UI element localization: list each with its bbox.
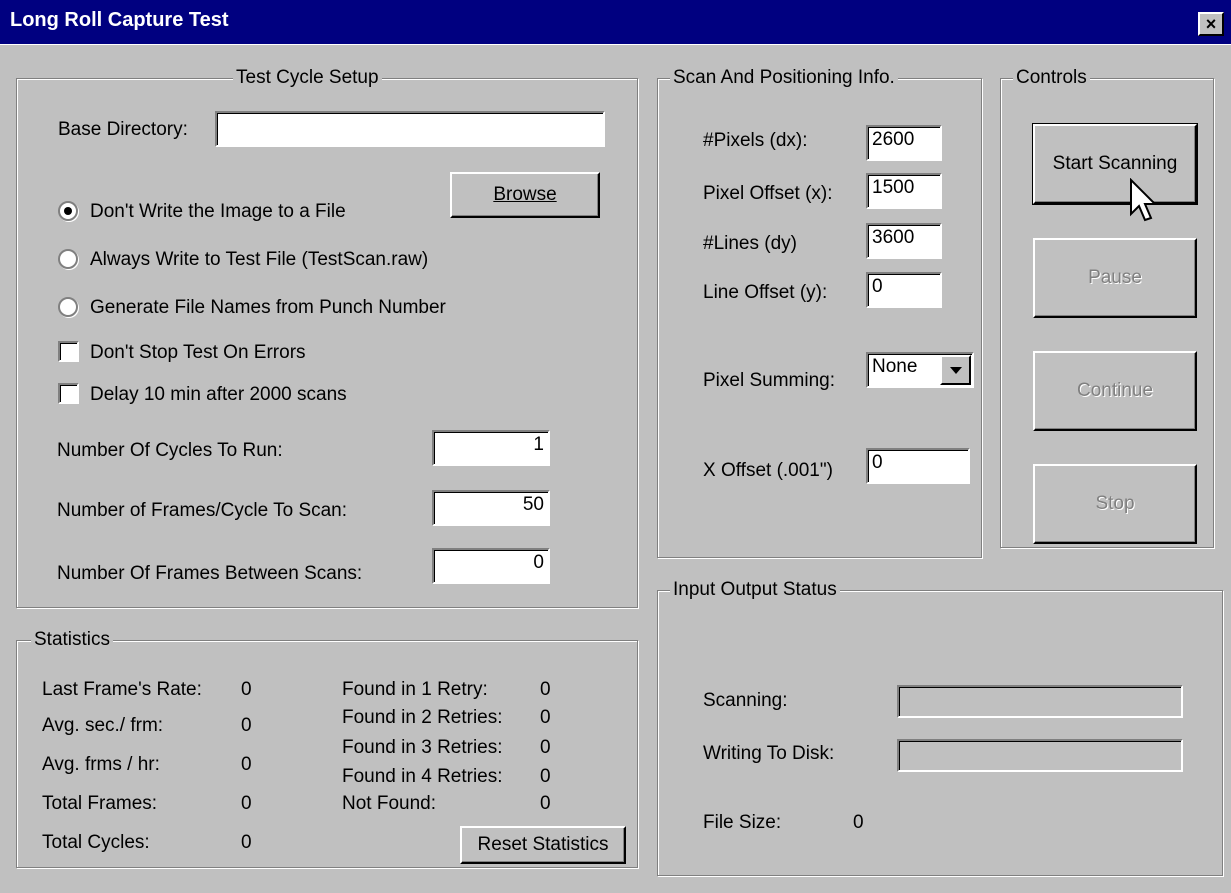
total-cycles-label: Total Cycles:	[42, 832, 150, 853]
scanning-progress-bar	[897, 685, 1183, 718]
radio-dont-write-label: Don't Write the Image to a File	[90, 201, 346, 222]
stop-button[interactable]: Stop	[1033, 464, 1197, 544]
pixel-offset-label: Pixel Offset (x):	[703, 183, 833, 204]
pause-button[interactable]: Pause	[1033, 238, 1197, 318]
checkbox-dont-stop[interactable]	[58, 341, 79, 362]
retry3-label: Found in 3 Retries:	[342, 737, 503, 758]
browse-button[interactable]: Browse	[450, 172, 600, 218]
continue-button[interactable]: Continue	[1033, 351, 1197, 431]
start-scanning-label: Start Scanning	[1052, 153, 1178, 174]
avg-frms-label: Avg. frms / hr:	[42, 754, 160, 775]
x-offset-input[interactable]: 0	[866, 448, 970, 484]
window-title: Long Roll Capture Test	[10, 9, 229, 31]
retry2-value: 0	[540, 707, 551, 728]
close-icon: ×	[1205, 14, 1217, 34]
pixel-offset-input[interactable]: 1500	[866, 173, 942, 209]
retry1-label: Found in 1 Retry:	[342, 679, 488, 700]
chevron-down-icon	[949, 366, 962, 374]
checkbox-delay-label: Delay 10 min after 2000 scans	[90, 384, 347, 405]
radio-always-write[interactable]	[58, 249, 78, 269]
between-input[interactable]: 0	[432, 548, 550, 584]
scan-info-legend: Scan And Positioning Info.	[670, 67, 898, 89]
total-cycles-value: 0	[241, 832, 252, 853]
continue-label: Continue	[1076, 380, 1154, 401]
pixels-input[interactable]: 2600	[866, 125, 942, 161]
start-scanning-button[interactable]: Start Scanning	[1032, 123, 1198, 205]
close-button[interactable]: ×	[1198, 12, 1224, 36]
cycles-input[interactable]: 1	[432, 430, 550, 466]
browse-button-label: Browse	[493, 184, 557, 205]
x-offset-label: X Offset (.001")	[703, 460, 833, 481]
reset-statistics-button[interactable]: Reset Statistics	[460, 826, 626, 864]
retry4-value: 0	[540, 766, 551, 787]
radio-dont-write[interactable]	[58, 201, 78, 221]
frames-input[interactable]: 50	[432, 490, 550, 526]
checkbox-dont-stop-label: Don't Stop Test On Errors	[90, 342, 306, 363]
retry1-value: 0	[540, 679, 551, 700]
radio-generate-names-label: Generate File Names from Punch Number	[90, 297, 446, 318]
mouse-cursor-icon	[1130, 178, 1158, 222]
reset-statistics-label: Reset Statistics	[477, 834, 609, 855]
file-size-value: 0	[853, 812, 864, 833]
frames-label: Number of Frames/Cycle To Scan:	[57, 500, 348, 521]
last-rate-value: 0	[241, 679, 252, 700]
total-frames-value: 0	[241, 793, 252, 814]
pause-label: Pause	[1088, 267, 1142, 288]
avg-frms-value: 0	[241, 754, 252, 775]
lines-input[interactable]: 3600	[866, 223, 942, 259]
writing-progress-bar	[897, 739, 1183, 772]
test-cycle-setup-legend: Test Cycle Setup	[233, 67, 382, 89]
last-rate-label: Last Frame's Rate:	[42, 679, 202, 700]
base-directory-input[interactable]	[215, 111, 605, 147]
controls-legend: Controls	[1013, 67, 1090, 89]
checkbox-delay[interactable]	[58, 383, 79, 404]
not-found-value: 0	[540, 793, 551, 814]
stop-label: Stop	[1095, 493, 1135, 514]
retry4-label: Found in 4 Retries:	[342, 766, 503, 787]
base-directory-label: Base Directory:	[58, 119, 188, 140]
avg-sec-label: Avg. sec./ frm:	[42, 715, 164, 736]
total-frames-label: Total Frames:	[42, 793, 158, 814]
scanning-label: Scanning:	[703, 690, 788, 711]
line-offset-input[interactable]: 0	[866, 272, 942, 308]
not-found-label: Not Found:	[342, 793, 436, 814]
radio-selected-dot	[64, 207, 72, 215]
radio-generate-names[interactable]	[58, 297, 78, 317]
io-status-legend: Input Output Status	[670, 579, 840, 601]
lines-label: #Lines (dy)	[703, 233, 797, 254]
retry3-value: 0	[540, 737, 551, 758]
avg-sec-value: 0	[241, 715, 252, 736]
radio-always-write-label: Always Write to Test File (TestScan.raw)	[90, 249, 429, 270]
pixels-label: #Pixels (dx):	[703, 130, 808, 151]
statistics-legend: Statistics	[31, 629, 114, 651]
summing-label: Pixel Summing:	[703, 370, 835, 391]
cycles-label: Number Of Cycles To Run:	[57, 440, 283, 461]
retry2-label: Found in 2 Retries:	[342, 707, 503, 728]
between-label: Number Of Frames Between Scans:	[57, 563, 363, 584]
file-size-label: File Size:	[703, 812, 782, 833]
line-offset-label: Line Offset (y):	[703, 282, 828, 303]
summing-dropdown-button[interactable]	[940, 355, 971, 385]
writing-label: Writing To Disk:	[703, 743, 835, 764]
